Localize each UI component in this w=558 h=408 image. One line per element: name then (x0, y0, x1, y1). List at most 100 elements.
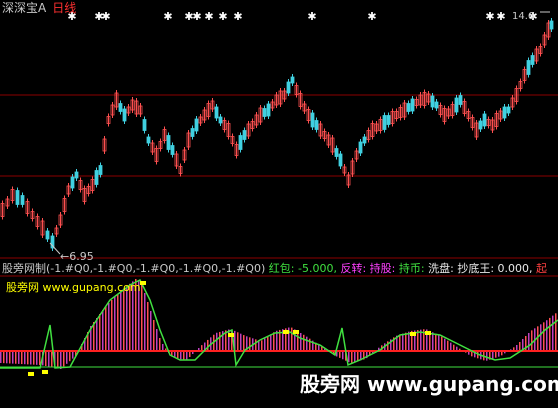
hongbao-label: 红包: (268, 262, 295, 275)
candle-body (122, 108, 127, 122)
indicator-bar (492, 351, 494, 359)
indicator-bar (45, 351, 47, 366)
indicator-bar (108, 303, 110, 351)
candle-body (45, 230, 50, 240)
indicator-bar (57, 351, 59, 369)
indicator-bar (342, 351, 344, 360)
indicator-bar (447, 340, 449, 351)
indicator-bar (18, 351, 20, 364)
chaodiwang-label: 抄底王: (457, 262, 495, 275)
indicator-bar (417, 330, 419, 351)
indicator-bar (432, 332, 434, 351)
candle-body (526, 60, 531, 75)
indicator-bar (162, 344, 164, 351)
indicator-bar (405, 332, 407, 351)
watermark: 股旁网 www.gupang.com (300, 372, 558, 396)
candle-body (142, 119, 147, 131)
indicator-bar (402, 333, 404, 351)
indicator-bar (555, 313, 557, 351)
candle-body (434, 101, 439, 109)
indicator-bar (39, 351, 41, 365)
candle-body (310, 112, 315, 128)
indicator-bar (351, 351, 353, 363)
period-label[interactable]: 日线 (52, 1, 76, 15)
indicator-bar (243, 335, 245, 351)
star-signal-icon: ✱ (496, 10, 505, 23)
candle-body (98, 165, 103, 175)
chaodiwang-value: 0.000, (497, 262, 533, 275)
candle-body (314, 120, 319, 130)
candle-body (549, 20, 554, 30)
fanzhuan-label: 反转: (340, 262, 367, 275)
indicator-bar (0, 351, 2, 363)
indicator-bar (219, 331, 221, 351)
indicator-bar (261, 340, 263, 351)
indicator-bar (450, 342, 452, 351)
indicator-bar (399, 334, 401, 351)
indicator-bar (552, 315, 554, 351)
indicator-bar (126, 286, 128, 351)
yellow-marker (28, 372, 34, 376)
indicator-bar (486, 351, 488, 361)
indicator-bar (519, 342, 521, 351)
chigu-label: 持股: (369, 262, 396, 275)
indicator-bar (183, 351, 185, 361)
candle-body (382, 115, 387, 130)
indicator-bar (303, 334, 305, 351)
chart-canvas[interactable]: ✱ ✱✱ ✱ ✱✱ ✱ ✱ ✱ ✱ ✱ ✱ ✱ ✱ (0, 0, 558, 408)
indicator-bar (141, 284, 143, 351)
indicator-bar (267, 336, 269, 351)
indicator-bar (33, 351, 35, 365)
indicator-bar (102, 310, 104, 351)
candle-body (454, 97, 459, 113)
candle-body (406, 103, 411, 112)
candle-body (214, 106, 219, 119)
indicator-bar (297, 331, 299, 351)
indicator-bar (180, 351, 182, 360)
candle-body (15, 190, 20, 205)
star-signal-icon: ✱ (163, 10, 172, 23)
stock-name[interactable]: 深深宝A (2, 1, 46, 15)
indicator-bar (240, 333, 242, 351)
indicator-title-row: 股旁网制(-1.#Q0,-1.#Q0,-1.#Q0,-1.#Q0,-1.#Q0)… (2, 262, 547, 276)
candle-body (502, 106, 507, 119)
chart-screen[interactable]: ✱ ✱ ✱ ✱ ✱ ✱ ✱ ✱ ✱ ✱ ✱ ✱ ✱ ✱ 深深宝A 日线 ←6.95 14.6 股旁网制(-1… (0, 0, 558, 408)
indicator-bar (69, 351, 71, 362)
indicator-bar (6, 351, 8, 364)
candle-body (20, 195, 25, 205)
indicator-name[interactable]: 股旁网制 (2, 262, 46, 275)
candle-body (190, 128, 195, 137)
qi-label: 起 (536, 262, 548, 275)
star-signal-icon: ✱ (218, 10, 227, 23)
indicator-bar (357, 351, 359, 362)
indicator-bar (24, 351, 26, 365)
candle-body (146, 136, 151, 144)
candle-body (458, 95, 463, 105)
indicator-bar (105, 306, 107, 351)
candle-body (74, 171, 79, 179)
indicator-bar (264, 338, 266, 351)
indicator-bar (99, 314, 101, 351)
indicator-bar (159, 338, 161, 351)
indicator-bar (186, 351, 188, 360)
indicator-bar (36, 351, 38, 365)
candle-body (530, 55, 535, 65)
candle-body (94, 170, 99, 185)
indicator-bar (60, 351, 62, 369)
star-signal-icon: ✱ (367, 10, 376, 23)
indicator-bar (156, 329, 158, 351)
candle-body (358, 141, 363, 154)
indicator-bar (120, 291, 122, 351)
candle-body (506, 106, 511, 114)
indicator-bar (528, 333, 530, 351)
yellow-marker (42, 370, 48, 374)
candle-body (218, 116, 223, 124)
signal-stars: ✱ ✱✱ ✱ ✱✱ ✱ ✱ ✱ ✱ ✱ ✱ ✱ ✱ (67, 10, 537, 23)
indicator-bar (546, 320, 548, 351)
indicator-bar (339, 351, 341, 358)
indicator-bar (66, 351, 68, 364)
indicator-bar (177, 351, 179, 359)
indicator-bar (3, 351, 5, 364)
indicator-bar (291, 327, 293, 351)
indicator-bar (51, 351, 53, 368)
